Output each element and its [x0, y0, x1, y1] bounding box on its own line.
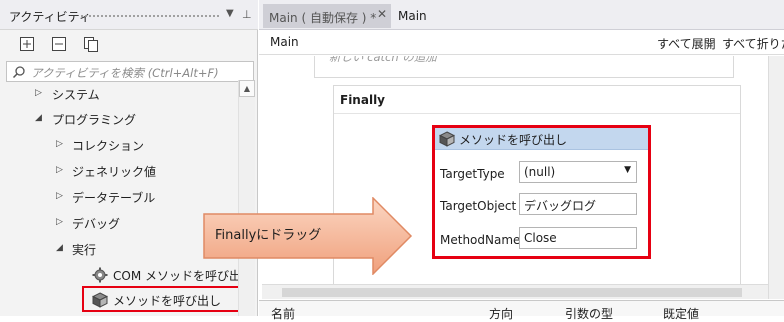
- tree-item-datatable[interactable]: ▷ データテーブル: [0, 186, 236, 208]
- activity-title: メソッドを呼び出し: [459, 133, 568, 147]
- close-icon[interactable]: ✕: [377, 7, 387, 21]
- activity-search-input[interactable]: アクティビティを検索 (Ctrl+Alt+F): [6, 61, 254, 82]
- gear-icon: [92, 267, 108, 286]
- breadcrumb[interactable]: Main: [270, 35, 299, 49]
- expand-arrow-icon[interactable]: ▷: [56, 139, 63, 149]
- document-tab-bar: Main ( 自動保存 ) * ✕ Main: [259, 0, 784, 30]
- tree-item-execute[interactable]: ◢ 実行: [0, 238, 236, 260]
- tree-item-label: プログラミング: [52, 113, 137, 127]
- tree-item-label: デバッグ: [72, 217, 121, 231]
- activities-toolbar: [0, 30, 258, 58]
- arguments-table-header: 名前 方向 引数の型 既定値: [259, 300, 784, 321]
- target-object-label: TargetObject: [440, 199, 517, 213]
- target-type-label: TargetType: [440, 167, 505, 181]
- activity-header[interactable]: メソッドを呼び出し: [435, 128, 648, 150]
- column-name[interactable]: 名前: [271, 305, 295, 322]
- invoke-method-activity[interactable]: メソッドを呼び出し TargetType (null) ▼ TargetObje…: [432, 125, 651, 259]
- activities-panel-header: アクティビティ ▼ ⊥: [0, 0, 258, 30]
- designer-breadcrumb-bar: Main すべて展開 すべて折りたた: [259, 30, 784, 55]
- panel-drag-grip[interactable]: [80, 14, 220, 18]
- scroll-up-icon[interactable]: ▲: [239, 80, 255, 97]
- method-name-label: MethodName: [440, 233, 521, 247]
- scrollbar-thumb[interactable]: [282, 288, 742, 297]
- canvas-vertical-scrollbar[interactable]: [768, 56, 784, 299]
- drag-instruction-text: Finallyにドラッグ: [215, 228, 322, 243]
- target-object-value: デバッグログ: [524, 199, 597, 213]
- catches-section: 新しい catch の追加: [314, 56, 734, 78]
- cube-icon: [438, 131, 456, 150]
- add-catch-link[interactable]: 新しい catch の追加: [329, 56, 437, 65]
- column-direction[interactable]: 方向: [489, 305, 513, 322]
- column-default-value[interactable]: 既定値: [663, 305, 699, 322]
- expand-all-icon[interactable]: [19, 36, 35, 52]
- tree-item-generic-value[interactable]: ▷ ジェネリック値: [0, 160, 236, 182]
- divider: [334, 113, 740, 114]
- tree-item-label: システム: [52, 88, 100, 102]
- tab-main-autosave[interactable]: Main ( 自動保存 ) * ✕: [263, 4, 391, 28]
- collapse-all-icon[interactable]: [51, 36, 67, 52]
- search-icon: [12, 65, 26, 82]
- chevron-down-icon[interactable]: ▼: [624, 165, 631, 175]
- tab-main[interactable]: Main: [398, 9, 427, 23]
- expand-all-link[interactable]: すべて展開: [657, 35, 716, 52]
- method-name-field[interactable]: Close: [519, 227, 637, 249]
- collapse-all-link[interactable]: すべて折りたた: [722, 35, 784, 52]
- collapse-arrow-icon[interactable]: ◢: [56, 243, 63, 253]
- expand-arrow-icon[interactable]: ▷: [56, 191, 63, 201]
- dropdown-icon[interactable]: ▼: [226, 8, 234, 19]
- tree-item-programming[interactable]: ◢ プログラミング: [0, 108, 236, 130]
- expand-arrow-icon[interactable]: ▷: [35, 88, 42, 98]
- target-object-field[interactable]: デバッグログ: [519, 193, 637, 215]
- column-arg-type[interactable]: 引数の型: [565, 305, 613, 322]
- tree-item-collection[interactable]: ▷ コレクション: [0, 134, 236, 156]
- tree-item-system[interactable]: ▷ システム: [0, 83, 236, 105]
- search-placeholder: アクティビティを検索 (Ctrl+Alt+F): [31, 66, 219, 80]
- tree-item-label: データテーブル: [72, 191, 156, 205]
- tree-item-label: 実行: [72, 243, 97, 257]
- tree-item-label: ジェネリック値: [72, 165, 157, 179]
- pin-icon[interactable]: ⊥: [242, 8, 252, 21]
- target-type-dropdown[interactable]: (null) ▼: [519, 161, 637, 183]
- tab-label: Main ( 自動保存 ) *: [269, 11, 377, 25]
- activities-panel-title: アクティビティ: [9, 10, 91, 24]
- canvas-horizontal-scrollbar[interactable]: [262, 284, 768, 299]
- collapse-arrow-icon[interactable]: ◢: [35, 113, 42, 123]
- target-type-value: (null): [524, 165, 556, 179]
- tree-item-label: コレクション: [72, 139, 145, 153]
- expand-arrow-icon[interactable]: ▷: [56, 165, 63, 175]
- method-name-value: Close: [524, 231, 557, 245]
- copy-icon[interactable]: [83, 36, 99, 52]
- tree-item-debug[interactable]: ▷ デバッグ: [0, 212, 236, 234]
- expand-arrow-icon[interactable]: ▷: [56, 217, 63, 227]
- invoke-method-highlight: [82, 286, 241, 312]
- finally-label: Finally: [340, 93, 385, 107]
